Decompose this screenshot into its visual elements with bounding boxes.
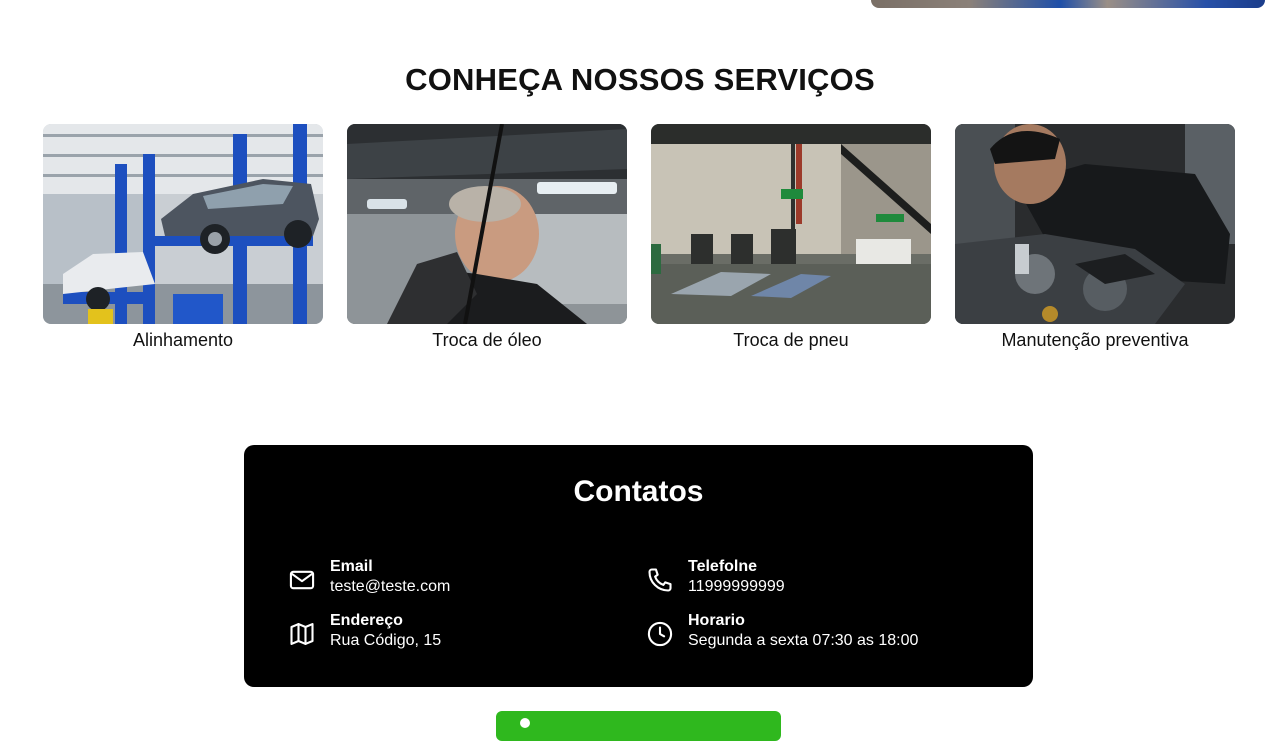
- contact-email-value[interactable]: teste@teste.com: [330, 578, 450, 596]
- service-label: Troca de óleo: [432, 330, 542, 350]
- service-image-manutencao-preventiva: [955, 124, 1235, 324]
- service-image-troca-de-oleo: [347, 124, 627, 324]
- contact-phone-value[interactable]: 11999999999: [688, 578, 785, 596]
- contact-email-label: Email: [330, 558, 373, 575]
- service-card-troca-de-oleo[interactable]: Troca de óleo: [347, 124, 627, 350]
- map-icon: [288, 620, 316, 648]
- service-card-troca-de-pneu[interactable]: Troca de pneu: [651, 124, 931, 350]
- service-label: Troca de pneu: [733, 330, 849, 350]
- contacts-panel: Contatos Email teste@teste.com Telefolne…: [244, 445, 1033, 687]
- contact-address-label: Endereço: [330, 612, 403, 629]
- contact-hours-label: Horario: [688, 612, 745, 629]
- service-card-alinhamento[interactable]: Alinhamento: [43, 124, 323, 350]
- hero-image-bottom-edge: [871, 0, 1265, 8]
- clock-icon: [646, 620, 674, 648]
- service-image-alinhamento: [43, 124, 323, 324]
- mail-icon: [288, 566, 316, 594]
- service-label: Alinhamento: [132, 330, 234, 350]
- services-title: CONHEÇA NOSSOS SERVIÇOS: [405, 62, 875, 97]
- whatsapp-button[interactable]: [496, 711, 781, 741]
- contact-address-value: Rua Código, 15: [330, 632, 442, 649]
- contact-hours-value: Segunda a sexta 07:30 as 18:00: [688, 632, 919, 649]
- whatsapp-icon: [520, 718, 530, 728]
- contact-phone-label: Telefolne: [688, 558, 758, 575]
- phone-icon: [646, 566, 674, 594]
- service-card-manutencao-preventiva[interactable]: Manutenção preventiva: [955, 124, 1235, 350]
- service-label: Manutenção preventiva: [1001, 330, 1189, 350]
- service-image-troca-de-pneu: [651, 124, 931, 324]
- contacts-title: Contatos: [573, 475, 704, 508]
